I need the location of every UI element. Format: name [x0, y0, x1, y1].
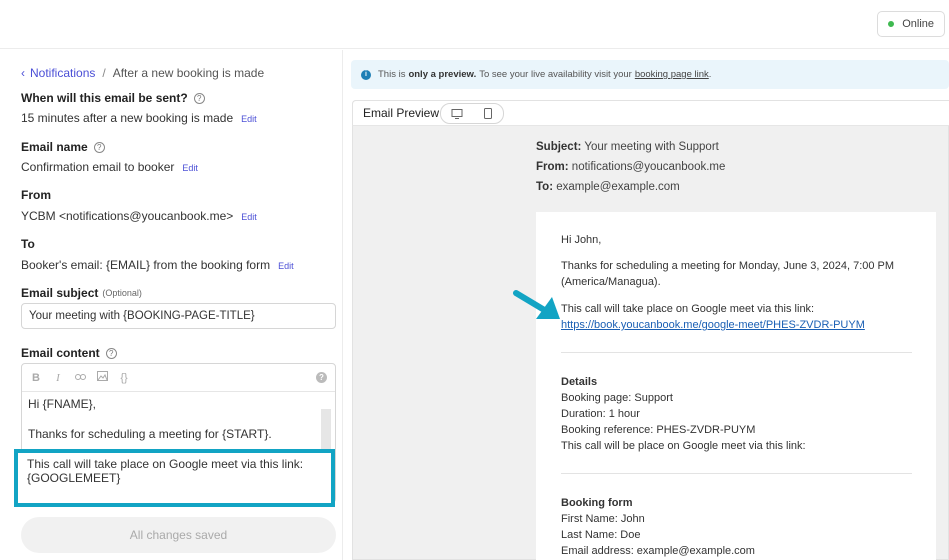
- from-label-text: From: [21, 188, 51, 202]
- highlighted-line: {GOOGLEMEET}: [27, 471, 121, 485]
- when-edit-link[interactable]: Edit: [241, 114, 257, 124]
- image-icon[interactable]: [96, 371, 108, 384]
- info-icon: i: [361, 69, 371, 80]
- when-value-text: 15 minutes after a new booking is made: [21, 111, 234, 125]
- subject-input[interactable]: Your meeting with {BOOKING-PAGE-TITLE}: [21, 303, 336, 329]
- email-name-label-text: Email name: [21, 140, 88, 154]
- breadcrumb-parent-link[interactable]: Notifications: [30, 66, 95, 80]
- email-name-value-text: Confirmation email to booker: [21, 160, 175, 174]
- to-key: To:: [536, 181, 554, 193]
- form-line: Last Name: Doe: [561, 529, 641, 541]
- preview-banner: i This is only a preview. To see your li…: [351, 60, 949, 89]
- content-label: Email content ?: [21, 346, 117, 360]
- banner-bold: only a preview.: [408, 69, 477, 80]
- to-value-text: Booker's email: {EMAIL} from the booking…: [21, 258, 271, 272]
- divider: [561, 352, 912, 353]
- mobile-icon[interactable]: [482, 108, 494, 119]
- details-heading: Details: [561, 376, 598, 388]
- breadcrumb: ‹ Notifications / After a new booking is…: [21, 66, 264, 80]
- preview-to: To: example@example.com: [536, 181, 680, 193]
- status-label: Online: [902, 18, 934, 30]
- call-line: This call will take place on Google meet…: [561, 303, 815, 315]
- breadcrumb-separator: /: [102, 66, 106, 80]
- form-line: Email address: example@example.com: [561, 545, 755, 557]
- thanks-line-1: Thanks for scheduling a meeting for Mond…: [561, 260, 895, 272]
- banner-end: .: [708, 69, 712, 80]
- status-badge[interactable]: Online: [877, 11, 945, 37]
- preview-subject: Subject: Your meeting with Support: [536, 141, 719, 153]
- subject-label: Email subject (Optional): [21, 286, 142, 300]
- from-value-text: YCBM <notifications@youcanbook.me>: [21, 209, 234, 223]
- email-name-label: Email name ?: [21, 140, 105, 154]
- bold-icon[interactable]: B: [30, 372, 42, 384]
- to-value: Booker's email: {EMAIL} from the booking…: [21, 258, 294, 272]
- breadcrumb-current: After a new booking is made: [112, 66, 265, 80]
- when-value: 15 minutes after a new booking is made E…: [21, 111, 257, 125]
- italic-icon[interactable]: I: [52, 372, 64, 384]
- divider: [561, 473, 912, 474]
- detail-line: Booking page: Support: [561, 392, 673, 404]
- from-key: From:: [536, 161, 569, 173]
- device-toggle[interactable]: [440, 103, 504, 124]
- subject-label-text: Email subject: [21, 286, 99, 300]
- preview-tab-title: Email Preview: [363, 106, 440, 120]
- email-name-edit-link[interactable]: Edit: [182, 163, 198, 173]
- detail-line: This call will be place on Google meet v…: [561, 440, 806, 452]
- when-label-text: When will this email be sent?: [21, 91, 188, 105]
- to-value: example@example.com: [556, 181, 680, 193]
- preview-from: From: notifications@youcanbook.me: [536, 161, 725, 173]
- booking-page-link[interactable]: booking page link: [635, 69, 709, 80]
- form-heading: Booking form: [561, 497, 633, 509]
- from-value: notifications@youcanbook.me: [571, 161, 726, 173]
- save-status-button[interactable]: All changes saved: [21, 517, 336, 553]
- link-icon[interactable]: [74, 372, 86, 384]
- subject-key: Subject:: [536, 141, 582, 153]
- to-label: To: [21, 237, 35, 251]
- editor-line: Hi {FNAME},: [28, 397, 97, 411]
- editor-line: Thanks for scheduling a meeting for {STA…: [28, 427, 272, 441]
- help-icon[interactable]: ?: [193, 92, 205, 104]
- help-icon[interactable]: ?: [105, 347, 117, 359]
- to-edit-link[interactable]: Edit: [278, 261, 294, 271]
- email-name-value: Confirmation email to booker Edit: [21, 160, 198, 174]
- online-dot-icon: [888, 21, 895, 27]
- editor-help-icon[interactable]: ?: [316, 372, 327, 383]
- top-bar: [0, 0, 949, 49]
- detail-line: Booking reference: PHES-ZVDR-PUYM: [561, 424, 756, 436]
- google-meet-link[interactable]: https://book.youcanbook.me/google-meet/P…: [561, 319, 865, 331]
- highlighted-line: This call will take place on Google meet…: [27, 457, 304, 471]
- desktop-icon[interactable]: [451, 108, 463, 119]
- content-label-text: Email content: [21, 346, 100, 360]
- subject-value: Your meeting with Support: [584, 141, 719, 153]
- editor-toolbar: B I {} ?: [22, 364, 335, 392]
- from-value: YCBM <notifications@youcanbook.me> Edit: [21, 209, 257, 223]
- meet-link-wrap: https://book.youcanbook.me/google-meet/P…: [561, 319, 865, 331]
- banner-text: This is: [378, 69, 406, 80]
- greeting: Hi John,: [561, 234, 602, 246]
- from-edit-link[interactable]: Edit: [241, 212, 257, 222]
- from-label: From: [21, 188, 51, 202]
- detail-line: Duration: 1 hour: [561, 408, 640, 420]
- form-line: First Name: John: [561, 513, 645, 525]
- pointer-arrow-icon: [513, 290, 560, 319]
- banner-text-after: To see your live availability visit your: [479, 69, 632, 80]
- when-label: When will this email be sent? ?: [21, 91, 205, 105]
- code-icon[interactable]: {}: [118, 372, 130, 384]
- to-label-text: To: [21, 237, 35, 251]
- chevron-left-icon: ‹: [21, 66, 25, 80]
- optional-tag: (Optional): [102, 288, 142, 298]
- help-icon[interactable]: ?: [93, 141, 105, 153]
- thanks-line-2: (America/Managua).: [561, 276, 661, 288]
